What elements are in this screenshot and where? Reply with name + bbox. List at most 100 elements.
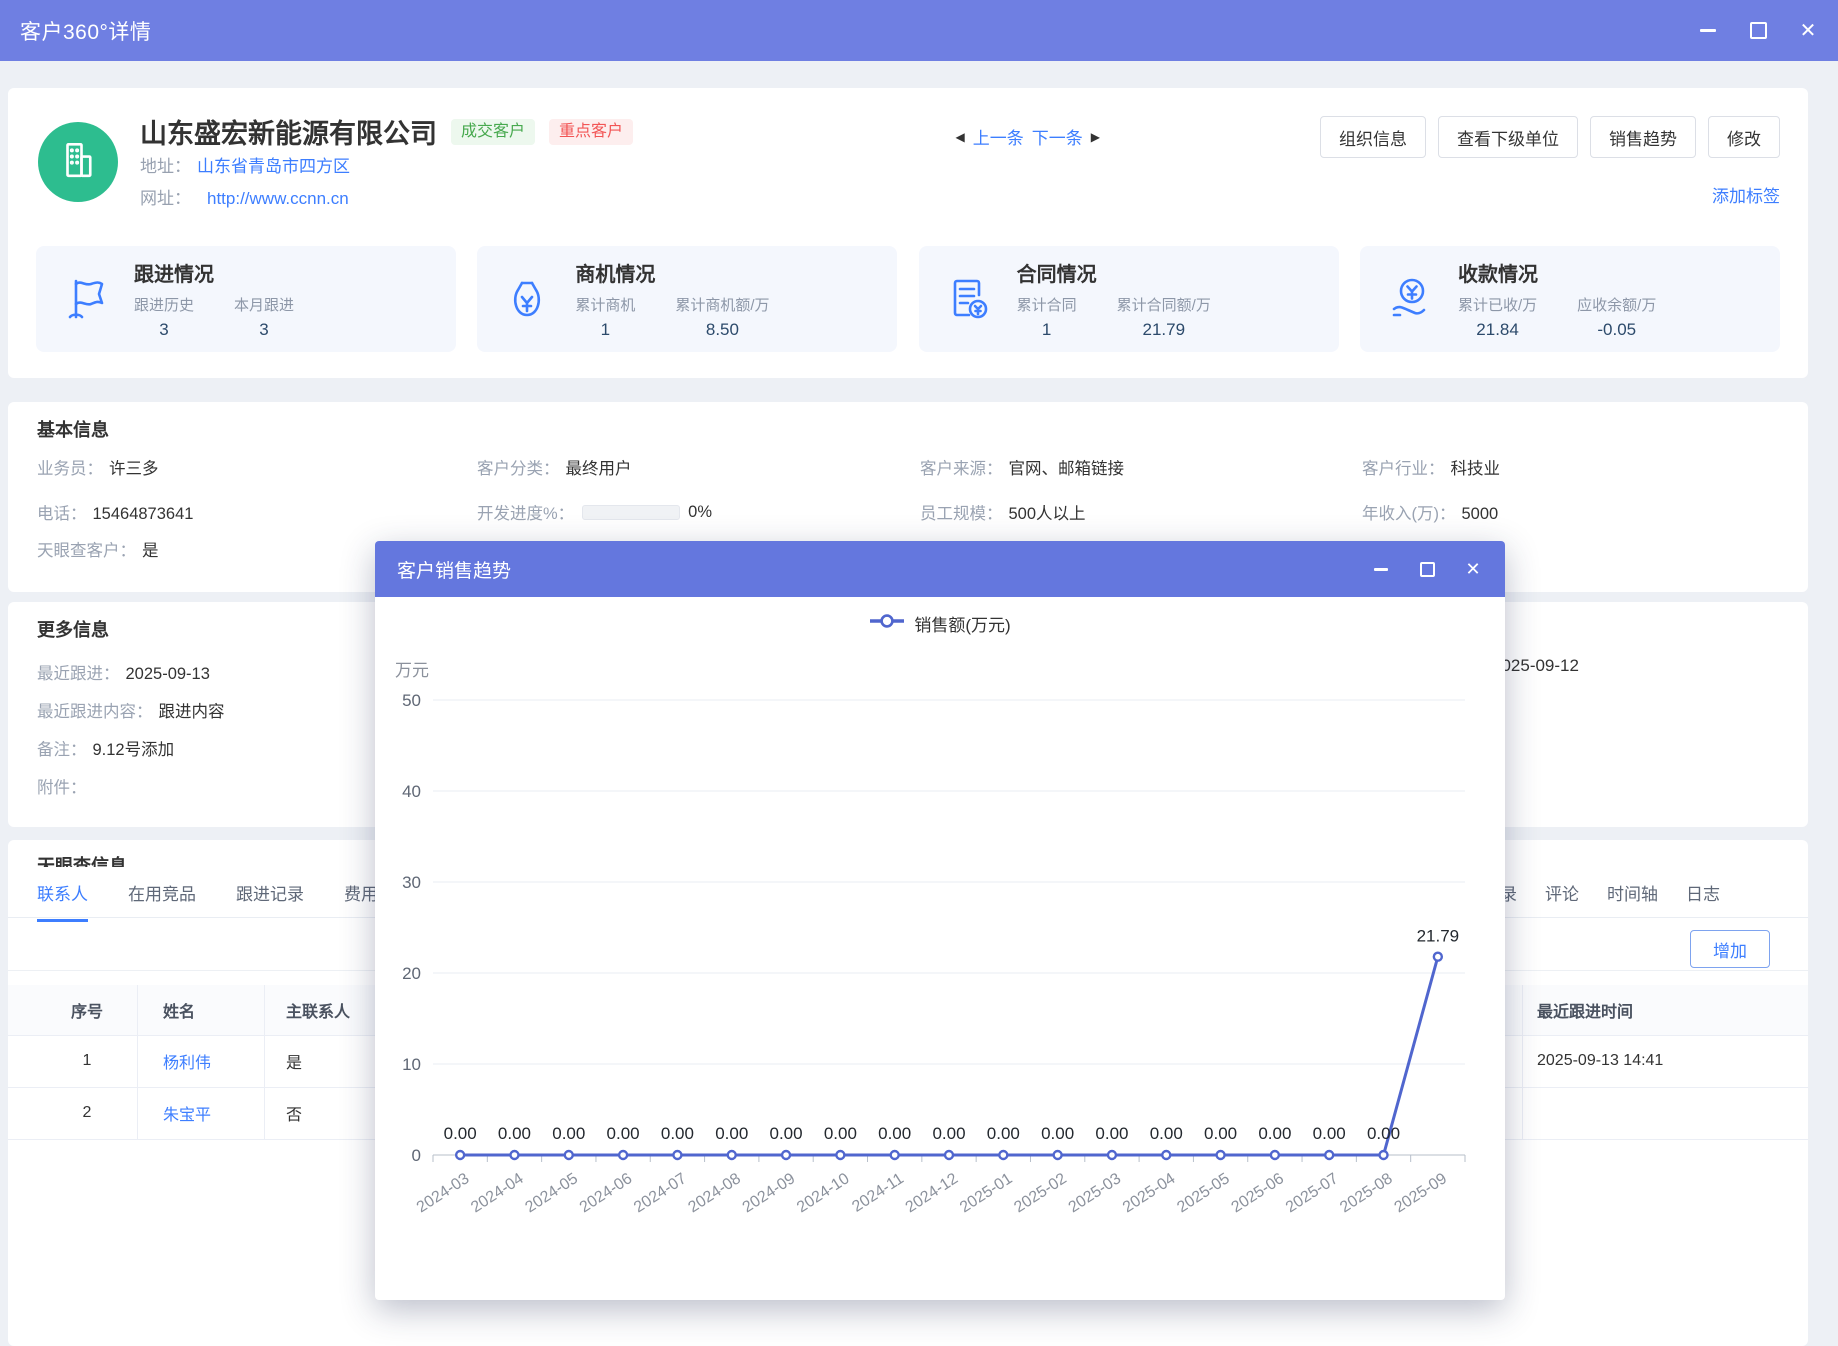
stat-label: 累计商机: [575, 294, 635, 315]
website-row: 网址：http://www.ccnn.cn: [140, 184, 349, 209]
company-name-row: 山东盛宏新能源有限公司 成交客户 重点客户: [140, 112, 633, 151]
svg-text:0.00: 0.00: [878, 1124, 911, 1143]
basic-info-title: 基本信息: [37, 416, 109, 442]
tab-comments[interactable]: 评论: [1545, 880, 1579, 919]
modal-close-icon[interactable]: ✕: [1463, 559, 1483, 579]
svg-text:10: 10: [402, 1055, 421, 1074]
tab-timeline[interactable]: 时间轴: [1607, 880, 1658, 919]
stat-label: 累计已收/万: [1458, 294, 1537, 315]
field-dev-progress: 开发进度%：0%: [477, 500, 712, 524]
customer-360-window: 客户360°详情 ✕ 山东盛宏新能源有限公司 成交客户 重点客户: [0, 0, 1838, 1346]
cell-index: 1: [37, 1035, 137, 1087]
contact-name-link[interactable]: 杨利伟: [163, 1049, 211, 1073]
svg-text:0.00: 0.00: [770, 1124, 803, 1143]
svg-text:0.00: 0.00: [607, 1124, 640, 1143]
contact-name-link[interactable]: 朱宝平: [163, 1101, 211, 1125]
col-index-header: 序号: [37, 985, 137, 1035]
svg-text:0.00: 0.00: [1041, 1124, 1074, 1143]
modal-maximize-icon[interactable]: [1417, 559, 1437, 579]
stat-value: 3: [259, 320, 268, 340]
tab-contacts[interactable]: 联系人: [37, 880, 88, 922]
tab-expenses[interactable]: 费用: [344, 880, 378, 922]
field-customer-industry: 客户行业：科技业: [1362, 455, 1500, 479]
sales-trend-button[interactable]: 销售趋势: [1590, 116, 1696, 158]
followup-stat-card: 跟进情况 跟进历史3 本月跟进3: [36, 246, 456, 352]
svg-text:2024-07: 2024-07: [631, 1170, 690, 1216]
contract-icon: [945, 275, 993, 323]
more-info-title: 更多信息: [37, 616, 109, 642]
table-vline: [1522, 985, 1523, 1139]
svg-text:2024-09: 2024-09: [740, 1170, 799, 1216]
field-annual-income: 年收入(万)：5000: [1362, 500, 1498, 524]
next-record-link[interactable]: 下一条: [1032, 124, 1083, 149]
company-name: 山东盛宏新能源有限公司: [140, 112, 437, 151]
close-icon[interactable]: ✕: [1798, 21, 1818, 41]
svg-text:2024-06: 2024-06: [577, 1170, 636, 1216]
svg-text:20: 20: [402, 964, 421, 983]
stat-value: 8.50: [706, 320, 739, 340]
svg-text:2025-02: 2025-02: [1011, 1170, 1070, 1216]
svg-text:0.00: 0.00: [1095, 1124, 1128, 1143]
svg-text:0.00: 0.00: [1313, 1124, 1346, 1143]
address-link[interactable]: 山东省青岛市四方区: [197, 157, 350, 176]
modal-minimize-icon[interactable]: [1371, 559, 1391, 579]
svg-text:0.00: 0.00: [1367, 1124, 1400, 1143]
stat-value: 21.84: [1476, 320, 1519, 340]
field-attachment: 附件：: [37, 774, 93, 798]
stat-label: 累计合同额/万: [1117, 294, 1211, 315]
field-phone: 电话：15464873641: [37, 500, 193, 524]
sales-trend-chart: 01020304050万元2024-032024-042024-052024-0…: [375, 597, 1505, 1297]
company-avatar: [38, 122, 118, 202]
collection-icon: [1386, 275, 1434, 323]
field-remark: 备注：9.12号添加: [37, 736, 174, 760]
prev-arrow-icon[interactable]: ◀: [956, 130, 965, 144]
svg-text:2025-03: 2025-03: [1066, 1170, 1125, 1216]
next-arrow-icon[interactable]: ▶: [1091, 130, 1100, 144]
svg-text:2025-05: 2025-05: [1174, 1170, 1233, 1216]
svg-text:万元: 万元: [395, 661, 429, 680]
svg-text:2025-06: 2025-06: [1229, 1170, 1288, 1216]
detail-tabs-right: 录 评论 时间轴 日志: [1500, 880, 1720, 919]
stat-label: 累计合同: [1017, 294, 1077, 315]
svg-text:0.00: 0.00: [932, 1124, 965, 1143]
progress-bar: [582, 505, 680, 520]
address-row: 地址：山东省青岛市四方区: [140, 152, 350, 177]
tab-logs[interactable]: 日志: [1686, 880, 1720, 919]
view-subunits-button[interactable]: 查看下级单位: [1438, 116, 1578, 158]
stat-label: 本月跟进: [234, 294, 294, 315]
svg-text:2025-08: 2025-08: [1337, 1170, 1396, 1216]
tab-followup-records[interactable]: 跟进记录: [236, 880, 304, 922]
svg-text:0.00: 0.00: [824, 1124, 857, 1143]
cell-primary: 是: [286, 1035, 302, 1087]
stat-title: 商机情况: [575, 258, 769, 287]
org-info-button[interactable]: 组织信息: [1320, 116, 1426, 158]
svg-text:0.00: 0.00: [987, 1124, 1020, 1143]
field-tianyancha: 天眼查客户：是: [37, 537, 159, 561]
key-customer-badge: 重点客户: [549, 119, 633, 145]
add-tag-link[interactable]: 添加标签: [1712, 182, 1780, 207]
svg-text:0.00: 0.00: [715, 1124, 748, 1143]
svg-text:0.00: 0.00: [1258, 1124, 1291, 1143]
modal-title: 客户销售趋势: [397, 556, 511, 583]
flag-icon: [62, 275, 110, 323]
svg-text:40: 40: [402, 782, 421, 801]
tab-competing-products[interactable]: 在用竞品: [128, 880, 196, 922]
website-link[interactable]: http://www.ccnn.cn: [207, 189, 349, 208]
stat-label: 跟进历史: [134, 294, 194, 315]
minimize-icon[interactable]: [1698, 21, 1718, 41]
prev-record-link[interactable]: 上一条: [973, 124, 1024, 149]
svg-text:0.00: 0.00: [444, 1124, 477, 1143]
stat-label: 累计商机额/万: [675, 294, 769, 315]
maximize-icon[interactable]: [1748, 21, 1768, 41]
add-contact-button[interactable]: 增加: [1690, 930, 1770, 968]
svg-text:2024-03: 2024-03: [414, 1170, 473, 1216]
header-buttons: 组织信息 查看下级单位 销售趋势 修改: [1320, 116, 1780, 158]
field-customer-class: 客户分类：最终用户: [477, 455, 632, 479]
svg-text:2025-04: 2025-04: [1120, 1170, 1179, 1216]
svg-text:2025-01: 2025-01: [957, 1170, 1016, 1216]
deal-customer-badge: 成交客户: [451, 119, 535, 145]
stat-label: 应收余额/万: [1577, 294, 1656, 315]
contract-stat-card: 合同情况 累计合同1 累计合同额/万21.79: [919, 246, 1339, 352]
edit-button[interactable]: 修改: [1708, 116, 1780, 158]
moneybag-icon: [503, 275, 551, 323]
